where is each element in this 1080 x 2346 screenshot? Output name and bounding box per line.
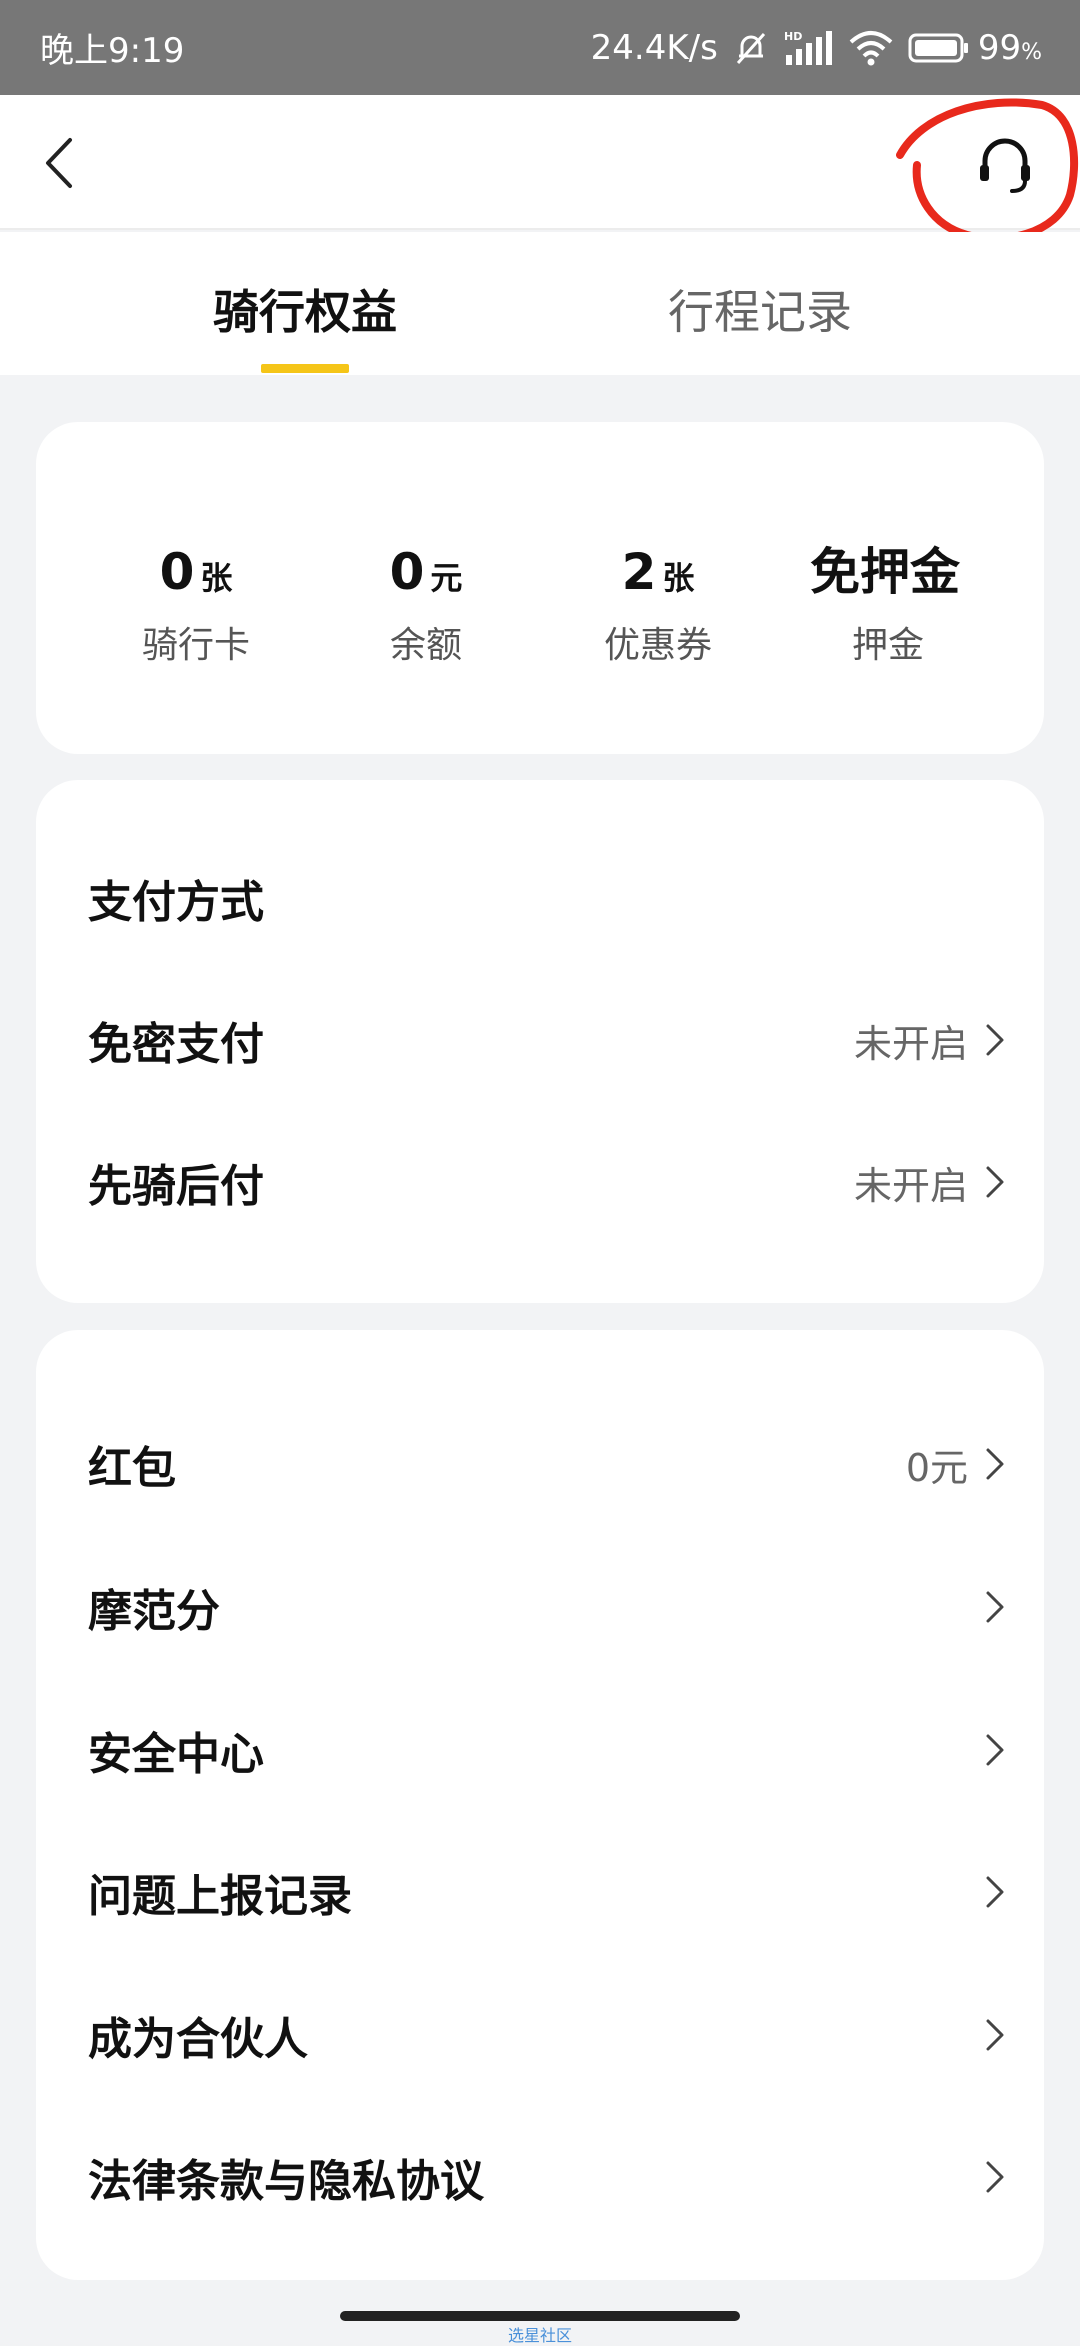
chevron-right-icon — [986, 1734, 1004, 1766]
status-icons: 24.4K/s HD 99% — [591, 28, 1042, 68]
stat-value: 0 — [389, 543, 425, 601]
headset-icon — [980, 138, 1030, 193]
stat-unit: 元 — [430, 559, 463, 597]
row-value: 未开启 — [853, 1163, 968, 1208]
section-title: 支付方式 — [88, 877, 264, 928]
stat-balance[interactable]: 0元 余额 — [316, 542, 536, 668]
menu-item-red-packet[interactable]: 红包 0元 — [88, 1424, 1008, 1504]
stat-coupons[interactable]: 2张 优惠券 — [548, 542, 768, 668]
stats-card: 0张 骑行卡 0元 余额 2张 优惠券 免押金 押金 — [36, 422, 1044, 754]
row-label: 法律条款与隐私协议 — [88, 2156, 484, 2207]
wifi-icon — [849, 30, 893, 65]
stat-label: 押金 — [851, 625, 924, 666]
tab-trip-records[interactable]: 行程记录 — [660, 276, 860, 342]
tab-riding-benefits[interactable]: 骑行权益 — [200, 276, 410, 342]
stat-deposit[interactable]: 免押金 押金 — [778, 542, 998, 668]
chevron-right-icon — [986, 2019, 1004, 2051]
menu-item-issue-reports[interactable]: 问题上报记录 — [88, 1852, 1008, 1932]
battery-status: 99% — [908, 28, 1042, 68]
home-indicator[interactable] — [340, 2311, 740, 2321]
back-arrow-icon — [46, 138, 72, 188]
menu-item-safety-center[interactable]: 安全中心 — [88, 1710, 1008, 1790]
status-time: 晚上9:19 — [40, 31, 185, 71]
row-label: 摩范分 — [88, 1586, 220, 1637]
payment-card: 支付方式 免密支付 未开启 先骑后付 未开启 — [36, 780, 1044, 1303]
stat-unit: 张 — [662, 559, 695, 597]
stat-label: 优惠券 — [603, 625, 712, 666]
svg-text:HD: HD — [784, 30, 802, 43]
stat-unit: 张 — [200, 559, 233, 597]
row-label: 先骑后付 — [88, 1161, 264, 1212]
chevron-right-icon — [986, 2161, 1004, 2193]
menu-card: 红包 0元 摩范分 安全中心 问题上报记录 成为合伙人 法律条款与隐私协议 — [36, 1330, 1044, 2280]
stat-label: 骑行卡 — [141, 625, 250, 666]
menu-item-mofan-score[interactable]: 摩范分 — [88, 1567, 1008, 1647]
nav-bar — [0, 95, 1080, 230]
row-value: 0元 — [905, 1445, 968, 1490]
chevron-right-icon — [986, 1591, 1004, 1623]
active-tab-indicator — [261, 364, 349, 373]
password-free-pay-row[interactable]: 免密支付 未开启 — [88, 1000, 1008, 1080]
battery-level: 99% — [977, 27, 1042, 68]
payment-method-title: 支付方式 — [88, 858, 1008, 938]
menu-item-legal-privacy[interactable]: 法律条款与隐私协议 — [88, 2137, 1008, 2217]
back-button[interactable] — [30, 128, 100, 198]
row-label: 红包 — [88, 1443, 176, 1494]
row-label: 问题上报记录 — [88, 1871, 352, 1922]
row-value: 未开启 — [853, 1021, 968, 1066]
row-label: 成为合伙人 — [88, 2014, 308, 2065]
chevron-right-icon — [986, 1024, 1004, 1056]
stat-value: 0 — [159, 543, 195, 601]
ride-now-pay-later-row[interactable]: 先骑后付 未开启 — [88, 1142, 1008, 1222]
row-label: 安全中心 — [88, 1729, 264, 1780]
chevron-right-icon — [986, 1166, 1004, 1198]
stat-value: 2 — [621, 543, 657, 601]
customer-service-button[interactable] — [970, 131, 1040, 201]
chevron-right-icon — [986, 1448, 1004, 1480]
status-bar: 晚上9:19 24.4K/s HD 99% — [0, 0, 1080, 95]
chevron-right-icon — [986, 1876, 1004, 1908]
mute-bell-icon — [736, 32, 765, 64]
row-label: 免密支付 — [88, 1019, 264, 1070]
stat-value: 免押金 — [810, 543, 960, 601]
tab-bar: 骑行权益 行程记录 — [0, 232, 1080, 375]
stat-label: 余额 — [389, 625, 462, 666]
menu-item-become-partner[interactable]: 成为合伙人 — [88, 1995, 1008, 2075]
watermark: 选星社区 — [507, 2326, 572, 2345]
battery-icon — [908, 33, 968, 62]
stat-ride-card[interactable]: 0张 骑行卡 — [86, 542, 306, 668]
network-speed: 24.4K/s — [590, 27, 718, 68]
hd-signal-icon: HD — [784, 30, 832, 65]
